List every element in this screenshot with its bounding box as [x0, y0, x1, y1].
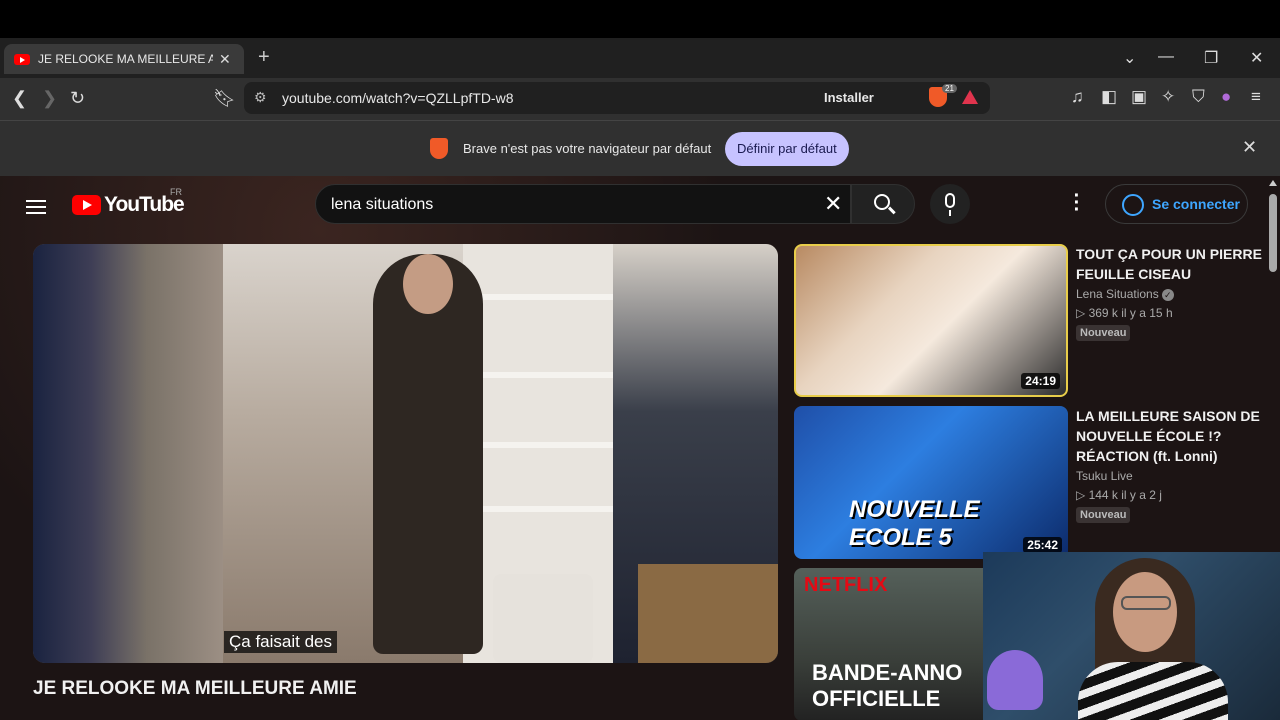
region-code: FR — [170, 187, 182, 197]
install-button[interactable]: Installer — [824, 90, 874, 105]
brave-rewards-icon[interactable] — [962, 90, 978, 104]
recommendation-thumbnail[interactable]: 24:19 — [794, 244, 1068, 397]
youtube-favicon-icon — [14, 53, 30, 65]
restore-icon[interactable]: ❐ — [1204, 48, 1218, 68]
settings-kebab-icon[interactable]: · · · — [1070, 186, 1084, 220]
recommendation-title[interactable]: LA MEILLEURE SAISON DE NOUVELLE ÉCOLE !?… — [1076, 406, 1266, 466]
mascot-sticker — [987, 650, 1043, 710]
webcam-shirt — [1078, 662, 1228, 720]
minimize-icon[interactable]: — — [1158, 48, 1174, 66]
tab-title: JE RELOOKE MA MEILLEURE AMIE — [38, 52, 213, 66]
channel-name-text[interactable]: Lena Situations — [1076, 287, 1159, 301]
video-person-head — [403, 254, 453, 314]
shields-count-badge: 21 — [942, 84, 957, 93]
guide-menu-icon[interactable] — [26, 196, 46, 218]
shelf — [463, 372, 613, 378]
brave-lion-icon — [430, 138, 448, 159]
duration-badge: 25:42 — [1023, 537, 1062, 553]
channel-name[interactable]: Lena Situations ✓ — [1076, 287, 1266, 301]
views-meta: ▷ 144 k il y a 2 j — [1076, 488, 1162, 502]
video-basket — [638, 564, 778, 663]
set-default-button[interactable]: Définir par défaut — [725, 132, 849, 166]
shelf — [463, 442, 613, 448]
back-icon[interactable]: ❮ — [12, 88, 27, 109]
media-icon[interactable]: ♫ — [1071, 87, 1084, 107]
forward-icon[interactable]: ❯ — [42, 88, 57, 109]
verified-icon: ✓ — [1161, 289, 1174, 301]
tab-close-icon[interactable]: ✕ — [219, 51, 231, 68]
bookmark-icon[interactable]: 🔖︎ — [213, 88, 236, 109]
new-tab-icon[interactable]: + — [258, 46, 270, 69]
clear-search-icon[interactable]: ✕ — [824, 191, 842, 217]
scroll-up-icon[interactable] — [1269, 180, 1277, 186]
microphone-icon — [945, 193, 955, 208]
scrollbar-thumb[interactable] — [1269, 194, 1277, 272]
search-query[interactable]: lena situations — [331, 196, 433, 214]
menu-icon[interactable]: ≡ — [1251, 87, 1261, 107]
close-window-icon[interactable]: ✕ — [1250, 48, 1263, 68]
microphone-stand — [949, 210, 951, 216]
shelf — [463, 294, 613, 300]
tab-strip: JE RELOOKE MA MEILLEURE AMIE ✕ + ⌄ — ❐ ✕ — [0, 38, 1280, 78]
recommendation-thumbnail[interactable]: NOUVELLE ECOLE 5 25:42 — [794, 406, 1068, 559]
search-icon — [874, 194, 890, 210]
new-badge: Nouveau — [1076, 507, 1131, 523]
tab-list-chevron-icon[interactable]: ⌄ — [1123, 48, 1136, 68]
new-badge: Nouveau — [1076, 325, 1131, 341]
account-icon — [1122, 194, 1144, 216]
browser-toolbar: ❮ ❯ ↻ 🔖︎ ⚙ youtube.com/watch?v=QZLLpfTD-… — [0, 78, 1280, 120]
voice-search-button[interactable] — [930, 184, 970, 224]
views-meta: ▷ 369 k il y a 15 h — [1076, 306, 1173, 320]
video-player[interactable]: Ça faisait des — [33, 244, 778, 663]
active-tab[interactable]: JE RELOOKE MA MEILLEURE AMIE ✕ — [4, 44, 244, 74]
video-bag — [493, 574, 593, 663]
reload-icon[interactable]: ↻ — [70, 88, 85, 109]
video-frame-left — [33, 244, 223, 663]
search-input[interactable]: lena situations ✕ — [315, 184, 851, 224]
webcam-face — [1113, 572, 1177, 652]
subtitle-caption: Ça faisait des — [224, 631, 337, 653]
profile-icon[interactable]: ● — [1221, 87, 1231, 107]
youtube-play-icon — [72, 195, 101, 215]
netflix-logo: NETFLIX — [804, 574, 888, 596]
webcam-overlay — [983, 552, 1280, 720]
address-bar[interactable]: ⚙ youtube.com/watch?v=QZLLpfTD-w8 Instal… — [244, 82, 990, 114]
site-info-icon[interactable]: ⚙ — [254, 89, 267, 106]
search-button[interactable] — [851, 184, 915, 224]
os-top-bar — [0, 0, 1280, 38]
signin-label: Se connecter — [1152, 196, 1240, 212]
vpn-shield-icon[interactable]: ⛉ — [1192, 87, 1205, 107]
video-person — [373, 254, 483, 654]
sidebar-icon[interactable]: ◧ — [1101, 87, 1117, 107]
recommendation-title[interactable]: TOUT ÇA POUR UN PIERRE FEUILLE CISEAU — [1076, 244, 1266, 284]
infobar-message: Brave n'est pas votre navigateur par déf… — [463, 141, 712, 156]
default-browser-infobar: Brave n'est pas votre navigateur par déf… — [0, 120, 1280, 176]
video-title: JE RELOOKE MA MEILLEURE AMIE — [33, 678, 357, 699]
wallet-icon[interactable]: ▣ — [1131, 87, 1147, 107]
recommendation-info[interactable]: LA MEILLEURE SAISON DE NOUVELLE ÉCOLE !?… — [1076, 406, 1266, 523]
signin-button[interactable]: Se connecter — [1105, 184, 1248, 224]
shelf — [463, 506, 613, 512]
youtube-logo[interactable]: YouTube FR — [72, 187, 185, 217]
url-text[interactable]: youtube.com/watch?v=QZLLpfTD-w8 — [282, 90, 514, 106]
leo-ai-icon[interactable]: ✧ — [1161, 87, 1175, 107]
infobar-close-icon[interactable]: ✕ — [1242, 137, 1257, 158]
recommendation-info[interactable]: TOUT ÇA POUR UN PIERRE FEUILLE CISEAU Le… — [1076, 244, 1266, 341]
channel-name[interactable]: Tsuku Live — [1076, 469, 1266, 483]
webcam-glasses — [1121, 596, 1171, 610]
duration-badge: 24:19 — [1021, 373, 1060, 389]
